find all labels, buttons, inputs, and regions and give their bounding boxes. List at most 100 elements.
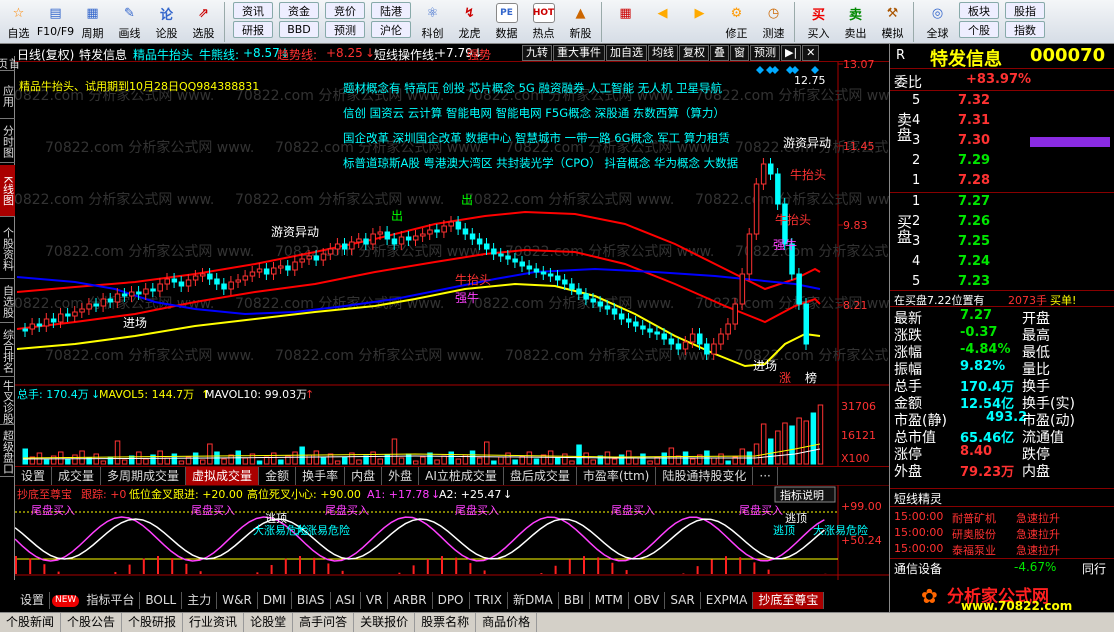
toolbar-dragon-button[interactable]: ↯ 龙虎	[451, 0, 488, 44]
indicator-tab-3[interactable]: BOLL	[140, 592, 183, 609]
toolbar-pair-bottom-button[interactable]: 预测	[325, 21, 365, 38]
toolbar-hot-button[interactable]: HOT 热点	[525, 0, 562, 44]
concept-line: 标普道琼斯A股 粤港澳大湾区 共封装光学（CPO） 抖音概念 华为概念 大数据	[343, 156, 739, 170]
volume-tab-6[interactable]: 内盘	[345, 467, 383, 485]
toolbar-pair-bottom-button[interactable]: 研报	[233, 21, 273, 38]
volume-tab-2[interactable]: 多周期成交量	[101, 467, 187, 485]
toolbar-pair-top-button[interactable]: 资金	[279, 2, 319, 19]
toolbar-forward-arrow-button[interactable]: ▶	[681, 0, 718, 44]
toolbar-pen-button[interactable]: ✎ 画线	[111, 0, 148, 44]
left-tab-1[interactable]: 应用	[0, 73, 15, 119]
indicator-tab-10[interactable]: ARBR	[388, 592, 433, 609]
candle-body	[569, 283, 575, 290]
volume-tab-7[interactable]: 外盘	[382, 467, 420, 485]
toolbar-sci-button[interactable]: ⚛ 科创	[414, 0, 451, 44]
ask-level: 2	[912, 153, 921, 168]
left-tab-3[interactable]: K线图	[0, 165, 15, 217]
indicator-tab-19[interactable]: 抄底至尊宝	[753, 592, 825, 609]
volume-tab-8[interactable]: AI立桩成交量	[419, 467, 504, 485]
bottom-tab-3[interactable]: 行业资讯	[183, 613, 245, 632]
toolbar-pair-top-button[interactable]: 资讯	[233, 2, 273, 19]
toolbar-back-arrow-button[interactable]: ◀	[644, 0, 681, 44]
bottom-tab-2[interactable]: 个股研报	[122, 613, 184, 632]
left-tab-5[interactable]: 自选股	[0, 281, 15, 323]
volume-tab-1[interactable]: 成交量	[52, 467, 102, 485]
left-tab-0[interactable]: 首页	[0, 56, 21, 71]
indicator-tab-7[interactable]: BIAS	[292, 592, 331, 609]
bottom-tab-1[interactable]: 个股公告	[61, 613, 123, 632]
bottom-tab-8[interactable]: 商品价格	[476, 613, 538, 632]
toolbar-globe-button[interactable]: ◎ 全球	[919, 0, 956, 44]
indicator-tab-13[interactable]: 新DMA	[508, 592, 559, 609]
indicator-tab-5[interactable]: W&R	[217, 592, 258, 609]
indicator-tab-16[interactable]: OBV	[629, 592, 666, 609]
toolbar-speed-button[interactable]: ◷ 测速	[755, 0, 792, 44]
left-tab-4[interactable]: 个股资料	[0, 219, 15, 279]
toolbar-sell-button[interactable]: 卖卖出	[837, 0, 874, 44]
toolbar-grid-button[interactable]: ▦	[607, 0, 644, 44]
left-tab-6[interactable]: 综合排名	[0, 325, 15, 377]
toolbar-pair-top-button[interactable]: 股指	[1005, 2, 1045, 19]
volume-bar	[675, 455, 682, 465]
left-tab-8[interactable]: 超级盘口	[0, 427, 15, 477]
volume-tab-3[interactable]: 虚拟成交量	[186, 467, 260, 485]
toolbar-star-button[interactable]: ☆ 自选	[0, 0, 37, 44]
toolbar-pair-bottom-button[interactable]: 指数	[1005, 21, 1045, 38]
toolbar-pe-button[interactable]: PE 数据	[488, 0, 525, 44]
volume-scale-tick: 31706	[841, 400, 876, 413]
toolbar-pair-bottom-button[interactable]: BBD	[279, 21, 319, 38]
candle-body	[334, 243, 341, 250]
indicator-tab-17[interactable]: SAR	[665, 592, 701, 609]
toolbar-pair-top-button[interactable]: 板块	[959, 2, 999, 19]
candle-body	[526, 265, 533, 270]
indicator-tab-8[interactable]: ASI	[331, 592, 361, 609]
candle-body	[718, 333, 724, 345]
indicator-tab-15[interactable]: MTM	[590, 592, 629, 609]
indicator-tab-4[interactable]: 主力	[182, 592, 218, 609]
volume-tab-11[interactable]: 陆股通持股变化	[656, 467, 754, 485]
toolbar-pair-top-button[interactable]: 陆港	[371, 2, 411, 19]
indicator-tab-2[interactable]: 指标平台	[81, 592, 141, 609]
volume-tab-4[interactable]: 金额	[259, 467, 297, 485]
toolbar-hammer-button[interactable]: ⚒ 模拟	[874, 0, 911, 44]
volume-tab-9[interactable]: 盘后成交量	[504, 467, 577, 485]
toolbar-label: 热点	[532, 27, 555, 40]
toolbar-calendar-button[interactable]: ▦ 周期	[74, 0, 111, 44]
kline-chart-svg[interactable]: 70822.com 分析家公式网 www. 70822.com 分析家公式网 ww…	[15, 44, 889, 580]
volume-tab-5[interactable]: 换手率	[296, 467, 346, 485]
indicator-tab-18[interactable]: EXPMA	[701, 592, 754, 609]
indicator-tab-14[interactable]: BBI	[559, 592, 590, 609]
bottom-tab-7[interactable]: 股票名称	[415, 613, 477, 632]
indicator-tab-6[interactable]: DMI	[258, 592, 292, 609]
toolbar-buy-button[interactable]: 买买入	[800, 0, 837, 44]
toolbar-pair-bottom-button[interactable]: 沪伦	[371, 21, 411, 38]
indicator-tab-0[interactable]: 设置	[15, 592, 51, 609]
left-tab-7[interactable]: 牛叉诊股	[0, 379, 15, 425]
bottom-tab-5[interactable]: 高手问答	[293, 613, 355, 632]
left-tab-2[interactable]: 分时图	[0, 121, 15, 163]
bottom-tab-4[interactable]: 论股堂	[244, 613, 294, 632]
candle-body	[434, 229, 440, 233]
volume-tab-10[interactable]: 市盈率(ttm)	[577, 467, 657, 485]
watermark: 70822.com 分析家公式网 www.	[695, 87, 889, 104]
watermark: 70822.com 分析家公式网 www.	[45, 139, 254, 156]
candle-body	[626, 318, 632, 323]
indicator-bar	[412, 565, 415, 574]
toolbar-pair-top-button[interactable]: 竞价	[325, 2, 365, 19]
toolbar-fix-button[interactable]: ⚙ 修正	[718, 0, 755, 44]
indicator-tab-11[interactable]: DPO	[433, 592, 470, 609]
bottom-tab-6[interactable]: 关联报价	[354, 613, 416, 632]
ask-level: 4	[912, 113, 921, 128]
toolbar-select-stock-button[interactable]: ⇗ 选股	[185, 0, 222, 44]
indicator-tab-9[interactable]: VR	[361, 592, 389, 609]
divider	[890, 306, 1114, 307]
indicator-tab-12[interactable]: TRIX	[470, 592, 508, 609]
volume-bar	[796, 417, 802, 465]
volume-tab-0[interactable]: 设置	[15, 467, 53, 485]
volume-tab-12[interactable]: ···	[753, 467, 778, 485]
toolbar-forum-button[interactable]: 论论股	[148, 0, 185, 44]
bottom-tab-0[interactable]: 个股新闻	[0, 613, 62, 632]
toolbar-newstock-button[interactable]: ▲ 新股	[562, 0, 599, 44]
toolbar-f10-button[interactable]: ▤ F10/F9	[37, 0, 74, 44]
toolbar-pair-bottom-button[interactable]: 个股	[959, 21, 999, 38]
